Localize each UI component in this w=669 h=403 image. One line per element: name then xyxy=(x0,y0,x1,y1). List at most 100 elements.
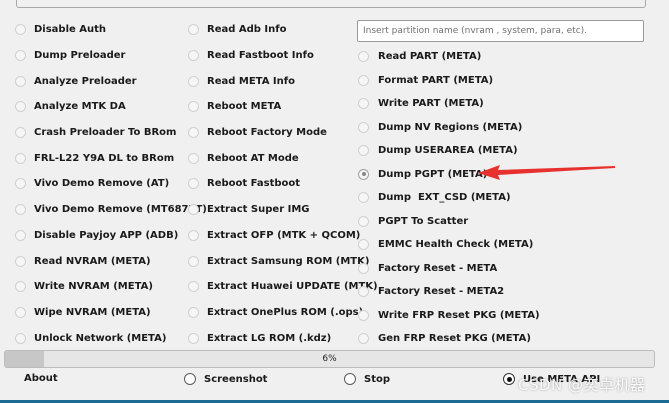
option-read-adb-info[interactable]: Read Adb Info xyxy=(188,17,378,43)
option-factory-reset-meta[interactable]: Factory Reset - META xyxy=(358,257,540,281)
radio-icon[interactable] xyxy=(15,152,26,164)
option-write-part[interactable]: Write PART (META) xyxy=(358,92,540,116)
option-read-meta-info[interactable]: Read META Info xyxy=(188,68,378,94)
radio-icon[interactable] xyxy=(188,75,199,87)
about-link[interactable]: About xyxy=(24,373,58,384)
radio-selected-icon[interactable] xyxy=(503,373,515,385)
radio-icon[interactable] xyxy=(188,24,199,36)
option-label: Unlock Network (META) xyxy=(34,332,167,344)
option-extract-oneplus-rom[interactable]: Extract OnePlus ROM (.ops) xyxy=(188,300,378,326)
option-label: Vivo Demo Remove (AT) xyxy=(34,178,170,190)
option-analyze-mtk-da[interactable]: Analyze MTK DA xyxy=(15,94,207,120)
screenshot-label: Screenshot xyxy=(204,373,268,385)
option-disable-payjoy[interactable]: Disable Payjoy APP (ADB) xyxy=(15,223,207,249)
option-dump-ext-csd[interactable]: Dump EXT_CSD (META) xyxy=(358,186,540,210)
option-crash-preloader[interactable]: Crash Preloader To BRom xyxy=(15,120,207,146)
radio-icon[interactable] xyxy=(358,286,369,298)
option-pgpt-to-scatter[interactable]: PGPT To Scatter xyxy=(358,210,540,234)
option-reboot-meta[interactable]: Reboot META xyxy=(188,94,378,120)
option-label: Extract OnePlus ROM (.ops) xyxy=(207,306,364,318)
option-dump-nv-regions[interactable]: Dump NV Regions (META) xyxy=(358,116,540,140)
option-extract-lg-rom[interactable]: Extract LG ROM (.kdz) xyxy=(188,325,378,351)
option-format-part[interactable]: Format PART (META) xyxy=(358,69,540,93)
option-label: Factory Reset - META2 xyxy=(378,286,505,298)
option-label: Read Fastboot Info xyxy=(207,50,314,62)
option-label: EMMC Health Check (META) xyxy=(378,239,534,251)
radio-icon[interactable] xyxy=(344,373,356,385)
option-extract-huawei-update[interactable]: Extract Huawei UPDATE (MTK) xyxy=(188,274,378,300)
radio-icon[interactable] xyxy=(358,51,369,63)
option-wipe-nvram[interactable]: Wipe NVRAM (META) xyxy=(15,300,207,326)
radio-icon[interactable] xyxy=(188,127,199,139)
option-label: Analyze MTK DA xyxy=(34,101,126,113)
radio-icon[interactable] xyxy=(188,332,199,344)
option-factory-reset-meta2[interactable]: Factory Reset - META2 xyxy=(358,280,540,304)
radio-icon[interactable] xyxy=(184,373,196,385)
radio-icon[interactable] xyxy=(188,101,199,113)
option-read-nvram[interactable]: Read NVRAM (META) xyxy=(15,248,207,274)
option-label: Disable Auth xyxy=(34,24,107,36)
radio-icon[interactable] xyxy=(188,152,199,164)
radio-selected-icon[interactable] xyxy=(358,168,369,180)
radio-icon[interactable] xyxy=(358,309,369,321)
option-reboot-fastboot[interactable]: Reboot Fastboot xyxy=(188,171,378,197)
partition-name-input[interactable] xyxy=(357,20,644,42)
option-analyze-preloader[interactable]: Analyze Preloader xyxy=(15,68,207,94)
column-3: Read PART (META) Format PART (META) Writ… xyxy=(358,45,540,351)
option-extract-samsung-rom[interactable]: Extract Samsung ROM (MTK) xyxy=(188,248,378,274)
option-label: Reboot AT Mode xyxy=(207,152,299,164)
option-disable-auth[interactable]: Disable Auth xyxy=(15,17,207,43)
option-gen-frp-reset-pkg[interactable]: Gen FRP Reset PKG (META) xyxy=(358,327,540,351)
radio-icon[interactable] xyxy=(15,204,26,216)
radio-icon[interactable] xyxy=(358,74,369,86)
option-dump-preloader[interactable]: Dump Preloader xyxy=(15,43,207,69)
radio-icon[interactable] xyxy=(358,333,369,345)
radio-icon[interactable] xyxy=(188,229,199,241)
option-reboot-factory-mode[interactable]: Reboot Factory Mode xyxy=(188,120,378,146)
option-extract-super-img[interactable]: Extract Super IMG xyxy=(188,197,378,223)
radio-icon[interactable] xyxy=(15,255,26,267)
radio-icon[interactable] xyxy=(15,127,26,139)
radio-icon[interactable] xyxy=(188,204,199,216)
option-vivo-demo-at[interactable]: Vivo Demo Remove (AT) xyxy=(15,171,207,197)
option-label: Factory Reset - META xyxy=(378,262,498,274)
option-extract-ofp[interactable]: Extract OFP (MTK + QCOM) xyxy=(188,223,378,249)
option-label: Read NVRAM (META) xyxy=(34,255,151,267)
radio-icon[interactable] xyxy=(15,229,26,241)
radio-icon[interactable] xyxy=(358,239,369,251)
radio-icon[interactable] xyxy=(358,121,369,133)
radio-icon[interactable] xyxy=(15,24,26,36)
option-unlock-network[interactable]: Unlock Network (META) xyxy=(15,325,207,351)
option-vivo-demo-mt6877t[interactable]: Vivo Demo Remove (MT6877T) xyxy=(15,197,207,223)
option-frl-l22-y9a[interactable]: FRL-L22 Y9A DL to BRom xyxy=(15,145,207,171)
top-panel-frame xyxy=(16,0,646,8)
option-label: Crash Preloader To BRom xyxy=(34,127,177,139)
radio-icon[interactable] xyxy=(15,75,26,87)
screenshot-option[interactable]: Screenshot xyxy=(184,373,267,385)
radio-icon[interactable] xyxy=(15,50,26,62)
stop-label: Stop xyxy=(364,373,391,385)
radio-icon[interactable] xyxy=(15,178,26,190)
option-read-fastboot-info[interactable]: Read Fastboot Info xyxy=(188,43,378,69)
option-reboot-at-mode[interactable]: Reboot AT Mode xyxy=(188,145,378,171)
option-write-nvram[interactable]: Write NVRAM (META) xyxy=(15,274,207,300)
radio-icon[interactable] xyxy=(15,281,26,293)
option-label: PGPT To Scatter xyxy=(378,215,469,227)
radio-icon[interactable] xyxy=(358,192,369,204)
radio-icon[interactable] xyxy=(358,215,369,227)
radio-icon[interactable] xyxy=(358,145,369,157)
stop-option[interactable]: Stop xyxy=(344,373,390,385)
radio-icon[interactable] xyxy=(188,178,199,190)
option-read-part[interactable]: Read PART (META) xyxy=(358,45,540,69)
radio-icon[interactable] xyxy=(188,50,199,62)
radio-icon[interactable] xyxy=(358,98,369,110)
option-write-frp-reset-pkg[interactable]: Write FRP Reset PKG (META) xyxy=(358,304,540,328)
radio-icon[interactable] xyxy=(15,306,26,318)
radio-icon[interactable] xyxy=(15,101,26,113)
option-emmc-health-check[interactable]: EMMC Health Check (META) xyxy=(358,233,540,257)
radio-icon[interactable] xyxy=(188,306,199,318)
radio-icon[interactable] xyxy=(188,255,199,267)
radio-icon[interactable] xyxy=(15,332,26,344)
radio-icon[interactable] xyxy=(188,281,199,293)
radio-icon[interactable] xyxy=(358,262,369,274)
